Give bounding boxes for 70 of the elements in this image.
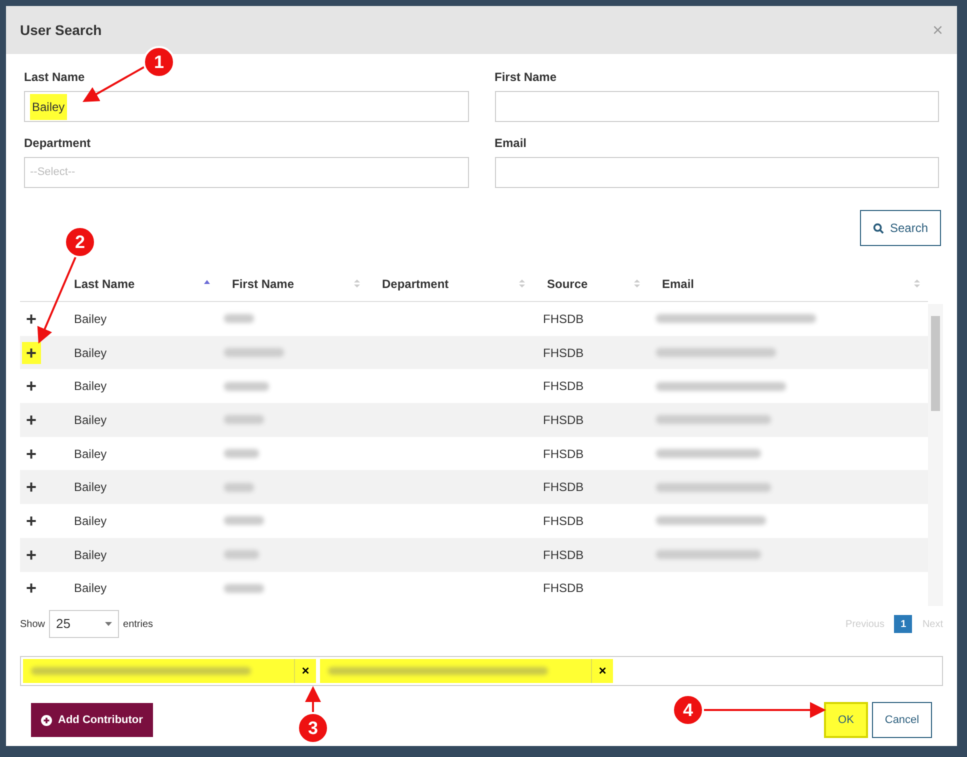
add-row-button[interactable]: + xyxy=(22,510,41,532)
redacted-text xyxy=(224,449,259,458)
dialog-title: User Search xyxy=(20,20,102,40)
redacted-text xyxy=(224,348,284,358)
field-label: Last Name xyxy=(24,69,86,86)
page-button[interactable]: 1 xyxy=(894,615,912,633)
column-header[interactable]: Source xyxy=(533,266,648,301)
redacted-text xyxy=(224,516,264,526)
add-row-button[interactable]: + xyxy=(22,577,41,600)
add-row-button[interactable]: + xyxy=(22,408,41,431)
redacted-text xyxy=(224,584,264,593)
column-header[interactable]: First Name xyxy=(218,266,368,301)
add-row-button[interactable]: + xyxy=(22,476,41,498)
redacted-text xyxy=(224,550,259,560)
entries-label: entries xyxy=(123,618,154,632)
callout-arrow xyxy=(82,65,146,102)
table-cell-text: Bailey xyxy=(73,479,108,496)
search-button[interactable]: Search xyxy=(860,210,941,246)
callout-arrow xyxy=(305,686,321,712)
redacted-text xyxy=(224,314,254,324)
table-cell-text: Bailey xyxy=(73,446,108,463)
table-cell-text: Bailey xyxy=(73,580,108,598)
table-cell-text: Bailey xyxy=(73,546,108,564)
table-row[interactable]: + Bailey FHSDB xyxy=(20,470,928,504)
redacted-text xyxy=(224,482,254,492)
table-cell-text: FHSDB xyxy=(542,344,585,362)
add-contributor-button[interactable]: Add Contributor xyxy=(31,703,153,737)
show-label: Show xyxy=(20,618,46,632)
table-cell-text: FHSDB xyxy=(542,580,585,598)
field-label: First Name xyxy=(494,69,558,86)
table-row[interactable]: + Bailey FHSDB xyxy=(20,538,928,572)
table-cell-text: FHSDB xyxy=(542,378,585,396)
table-row[interactable]: + Bailey FHSDB xyxy=(20,336,928,370)
plus-circle-icon xyxy=(41,714,52,726)
input-field[interactable]: Bailey xyxy=(24,91,468,122)
caret-icon xyxy=(105,622,112,626)
cancel-button[interactable]: Cancel xyxy=(872,702,932,738)
redacted-text xyxy=(224,382,269,391)
add-row-button[interactable]: + xyxy=(22,544,41,566)
remove-button[interactable]: × xyxy=(294,659,316,683)
table-cell-text: FHSDB xyxy=(542,546,585,564)
input-field[interactable] xyxy=(494,91,939,122)
table-cell-text: FHSDB xyxy=(542,446,585,463)
table-cell-text: FHSDB xyxy=(542,310,585,328)
add-row-button[interactable]: + xyxy=(22,342,41,364)
selected-users-field[interactable]: × × xyxy=(20,656,943,686)
table-cell-text: FHSDB xyxy=(542,512,585,530)
table-cell-text: Bailey xyxy=(73,412,108,429)
table-cell-text: Bailey xyxy=(73,378,108,396)
table-row[interactable]: + Bailey FHSDB xyxy=(20,403,928,437)
add-row-button[interactable]: + xyxy=(22,442,41,465)
table-cell-text: FHSDB xyxy=(542,479,585,496)
select-placeholder: --Select-- xyxy=(30,165,76,180)
redacted-text xyxy=(224,415,264,424)
page-size-select[interactable]: 25 xyxy=(49,610,120,638)
table-cell-text: Bailey xyxy=(73,344,108,362)
search-icon xyxy=(872,222,884,234)
column-header[interactable]: Last Name xyxy=(60,266,218,301)
ok-button[interactable]: OK xyxy=(824,702,868,738)
add-row-button[interactable]: + xyxy=(22,308,41,330)
column-header[interactable]: Department xyxy=(368,266,533,301)
column-header[interactable]: Email xyxy=(648,266,928,301)
table-cell-text: Bailey xyxy=(73,310,108,328)
field-label: Email xyxy=(494,135,528,152)
input-field[interactable] xyxy=(494,157,939,188)
table-cell-text: Bailey xyxy=(73,512,108,530)
add-row-button[interactable]: + xyxy=(22,375,41,398)
remove-button[interactable]: × xyxy=(591,659,613,683)
field-label: Department xyxy=(24,135,92,152)
table-cell-text: FHSDB xyxy=(542,412,585,429)
